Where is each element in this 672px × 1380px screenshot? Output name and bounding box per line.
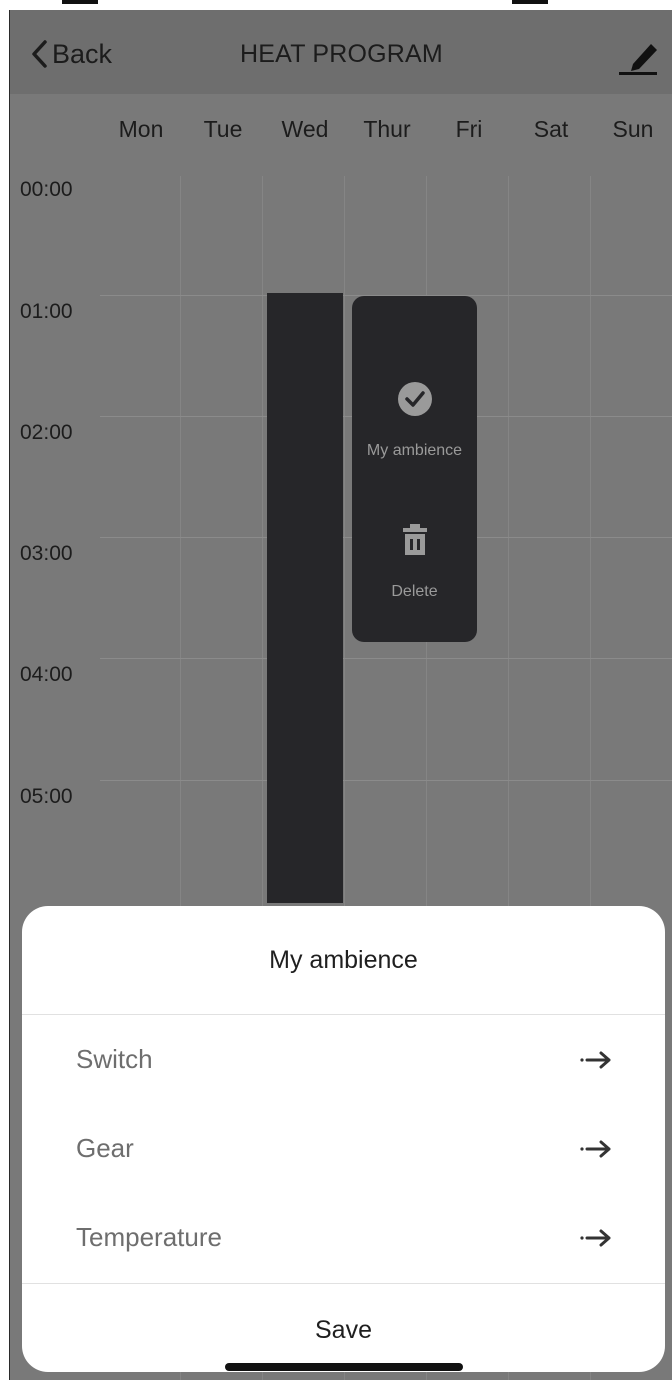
delete-option[interactable] (397, 522, 433, 558)
day-fri: Fri (455, 116, 483, 142)
day-mon: Mon (118, 116, 164, 142)
arrow-right-icon (580, 1229, 611, 1247)
switch-row[interactable]: Switch (22, 1018, 665, 1102)
page-title: HEAT PROGRAM (240, 40, 443, 68)
ambience-bottom-sheet: My ambience Switch Gear Temperature Save (22, 906, 665, 1372)
status-mark (512, 0, 548, 4)
time-label: 03:00 (20, 542, 73, 565)
block-action-popup: My ambience Delete (352, 296, 477, 642)
grid-row-line (100, 780, 672, 781)
pencil-icon (619, 44, 657, 75)
my-ambience-option[interactable] (397, 381, 433, 417)
my-ambience-label[interactable]: My ambience (352, 442, 477, 460)
check-circle-icon (398, 382, 432, 416)
status-bar-strip (0, 0, 672, 10)
time-label: 01:00 (20, 300, 73, 323)
switch-label: Switch (76, 1044, 153, 1074)
nav-header: Back HEAT PROGRAM (10, 10, 672, 94)
day-sun: Sun (612, 116, 654, 142)
weekday-header: Mon Tue Wed Thur Fri Sat Sun (100, 116, 672, 152)
save-button[interactable]: Save (22, 1316, 665, 1345)
time-label: 02:00 (20, 421, 73, 444)
temperature-row[interactable]: Temperature (22, 1196, 665, 1280)
day-wed: Wed (281, 116, 329, 142)
time-label: 05:00 (20, 785, 73, 808)
trash-icon (403, 524, 427, 555)
day-tue: Tue (203, 116, 243, 142)
gear-label: Gear (76, 1133, 134, 1163)
time-label: 00:00 (20, 178, 73, 201)
time-label: 04:00 (20, 663, 73, 686)
day-thur: Thur (363, 116, 411, 142)
divider (22, 1283, 665, 1284)
divider (22, 1014, 665, 1015)
arrow-right-icon (580, 1051, 611, 1069)
arrow-right-icon (580, 1140, 611, 1158)
edit-button[interactable] (617, 36, 661, 76)
home-indicator (225, 1363, 463, 1371)
gear-row[interactable]: Gear (22, 1107, 665, 1191)
grid-row-line (100, 658, 672, 659)
day-sat: Sat (533, 116, 569, 142)
status-mark (62, 0, 98, 4)
temperature-label: Temperature (76, 1222, 222, 1252)
sheet-title: My ambience (269, 946, 418, 974)
delete-label[interactable]: Delete (352, 583, 477, 601)
wed-heat-block[interactable] (267, 293, 343, 903)
